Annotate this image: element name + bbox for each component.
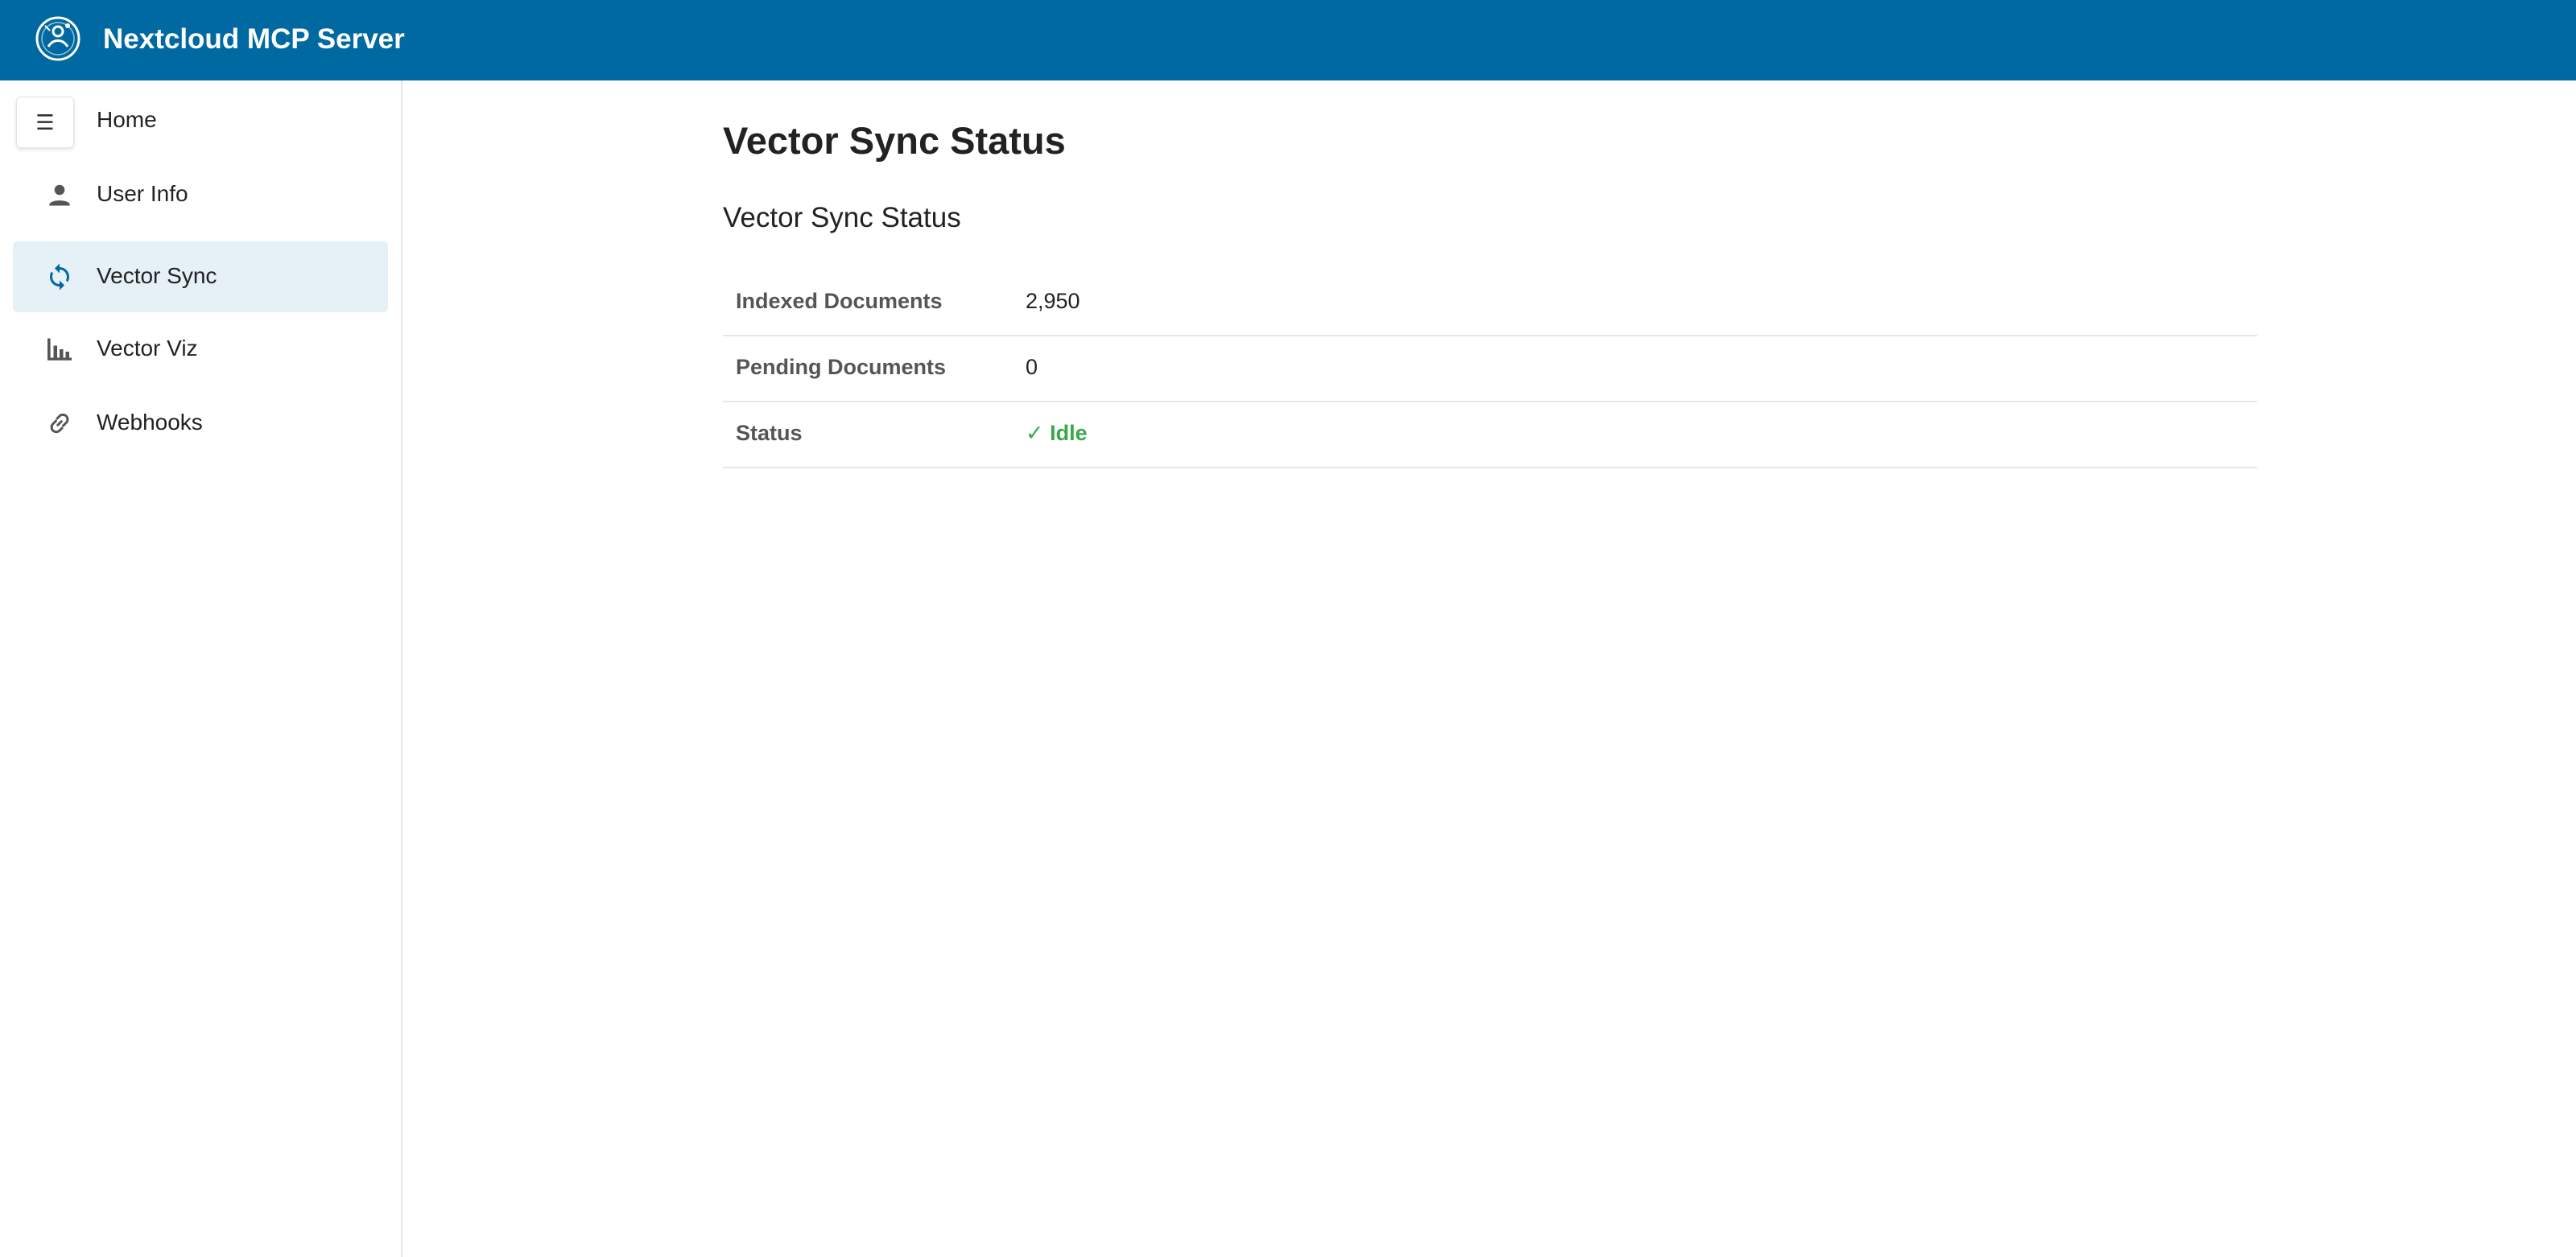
sidebar-item-user-info[interactable]: User Info bbox=[13, 159, 388, 230]
person-icon bbox=[49, 184, 70, 206]
row-label: Status bbox=[736, 421, 803, 445]
sidebar-item-label: Home bbox=[97, 107, 157, 132]
row-value: 2,950 bbox=[1026, 289, 1080, 313]
sidebar-item-label: Vector Viz bbox=[97, 336, 198, 361]
bar-chart-icon bbox=[47, 338, 72, 361]
app-title: Nextcloud MCP Server bbox=[103, 23, 405, 55]
row-label: Pending Documents bbox=[736, 355, 947, 379]
table-row: Status ✓ Idle bbox=[723, 402, 2257, 468]
section-title: Vector Sync Status bbox=[723, 202, 961, 233]
top-app-bar: Nextcloud MCP Server bbox=[0, 0, 2576, 80]
sidebar-item-home[interactable]: Home bbox=[13, 85, 388, 156]
nextcloud-logo-icon[interactable] bbox=[34, 14, 82, 63]
sidebar-item-label: Webhooks bbox=[97, 410, 203, 435]
table-row: Indexed Documents 2,950 bbox=[723, 270, 2257, 336]
sidebar-item-vector-sync[interactable]: Vector Sync bbox=[13, 241, 388, 312]
row-label: Indexed Documents bbox=[736, 289, 943, 313]
sidebar-item-webhooks[interactable]: Webhooks bbox=[13, 388, 388, 459]
link-icon bbox=[50, 413, 69, 434]
sidebar: ☰ Home User Info Vector Sync Vector Viz bbox=[0, 80, 402, 1257]
row-value: 0 bbox=[1026, 355, 1038, 379]
sidebar-item-vector-viz[interactable]: Vector Viz bbox=[13, 314, 388, 385]
sidebar-item-label: Vector Sync bbox=[97, 263, 217, 288]
status-table: Indexed Documents 2,950 Pending Document… bbox=[723, 270, 2257, 468]
page-title: Vector Sync Status bbox=[723, 119, 1066, 162]
sync-icon bbox=[50, 263, 69, 291]
status-badge: ✓ Idle bbox=[1026, 421, 1088, 445]
sidebar-item-label: User Info bbox=[97, 181, 188, 206]
table-row: Pending Documents 0 bbox=[723, 336, 2257, 402]
